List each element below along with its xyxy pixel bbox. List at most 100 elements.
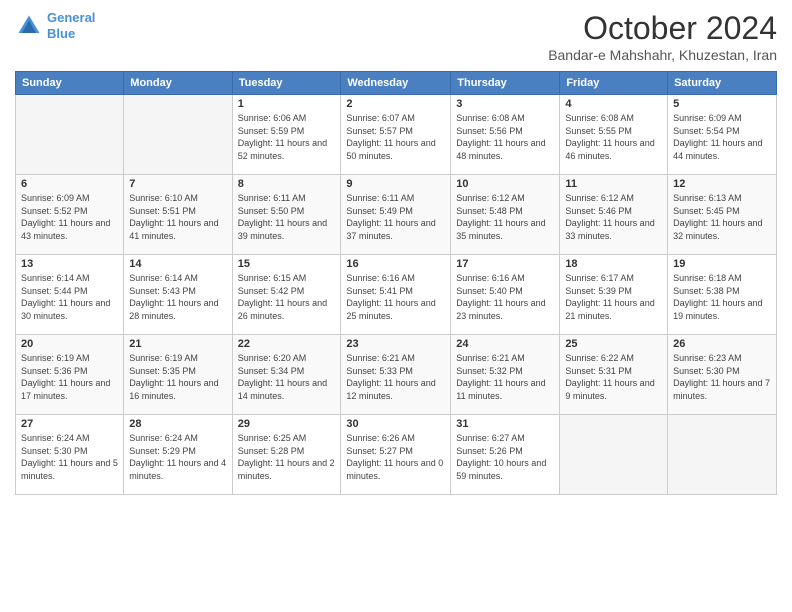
calendar-cell: 4Sunrise: 6:08 AM Sunset: 5:55 PM Daylig…	[560, 95, 668, 175]
day-info: Sunrise: 6:09 AM Sunset: 5:54 PM Dayligh…	[673, 112, 771, 162]
day-info: Sunrise: 6:11 AM Sunset: 5:50 PM Dayligh…	[238, 192, 336, 242]
calendar-cell: 13 Sunrise: 6:14 AM Sunset: 5:44 PM Dayli…	[16, 255, 124, 335]
weekday-header-wednesday: Wednesday	[341, 72, 451, 95]
day-number: 1	[238, 98, 336, 110]
calendar-cell: 14 Sunrise: 6:14 AM Sunset: 5:43 PM Dayli…	[124, 255, 232, 335]
day-info: Sunrise: 6:21 AM Sunset: 5:33 PM Dayligh…	[346, 352, 445, 402]
day-info: Sunrise: 6:19 AM Sunset: 5:35 PM Dayligh…	[129, 352, 226, 402]
day-number: 24	[456, 338, 554, 350]
calendar-cell	[16, 95, 124, 175]
calendar-cell: 31 Sunrise: 6:27 AM Sunset: 5:26 PM Dayli…	[451, 415, 560, 495]
calendar-cell: 28Sunrise: 6:24 AM Sunset: 5:29 PM Dayli…	[124, 415, 232, 495]
calendar-header-row: SundayMondayTuesdayWednesdayThursdayFrid…	[16, 72, 777, 95]
day-number: 12	[673, 178, 771, 190]
calendar-cell: 9 Sunrise: 6:11 AM Sunset: 5:49 PM Daylig…	[341, 175, 451, 255]
day-number: 19	[673, 258, 771, 270]
day-info: Sunrise: 6:11 AM Sunset: 5:49 PM Dayligh…	[346, 192, 445, 242]
calendar-cell: 25 Sunrise: 6:22 AM Sunset: 5:31 PM Dayli…	[560, 335, 668, 415]
day-number: 25	[565, 338, 662, 350]
day-number: 14	[129, 258, 226, 270]
day-number: 2	[346, 98, 445, 110]
day-info: Sunrise: 6:15 AM Sunset: 5:42 PM Dayligh…	[238, 272, 336, 322]
calendar-cell: 11 Sunrise: 6:12 AM Sunset: 5:46 PM Dayli…	[560, 175, 668, 255]
calendar-cell: 29Sunrise: 6:25 AM Sunset: 5:28 PM Dayli…	[232, 415, 341, 495]
logo: General Blue	[15, 10, 95, 41]
day-number: 6	[21, 178, 118, 190]
calendar-cell: 19 Sunrise: 6:18 AM Sunset: 5:38 PM Dayli…	[668, 255, 777, 335]
calendar-cell: 15 Sunrise: 6:15 AM Sunset: 5:42 PM Dayli…	[232, 255, 341, 335]
day-info: Sunrise: 6:17 AM Sunset: 5:39 PM Dayligh…	[565, 272, 662, 322]
logo-line1: General	[47, 10, 95, 25]
day-number: 28	[129, 418, 226, 430]
day-number: 23	[346, 338, 445, 350]
day-number: 11	[565, 178, 662, 190]
calendar-cell: 17Sunrise: 6:16 AM Sunset: 5:40 PM Dayli…	[451, 255, 560, 335]
day-info: Sunrise: 6:06 AM Sunset: 5:59 PM Dayligh…	[238, 112, 336, 162]
calendar: SundayMondayTuesdayWednesdayThursdayFrid…	[15, 71, 777, 495]
day-info: Sunrise: 6:13 AM Sunset: 5:45 PM Dayligh…	[673, 192, 771, 242]
day-info: Sunrise: 6:22 AM Sunset: 5:31 PM Dayligh…	[565, 352, 662, 402]
day-info: Sunrise: 6:19 AM Sunset: 5:36 PM Dayligh…	[21, 352, 118, 402]
day-number: 20	[21, 338, 118, 350]
calendar-cell: 6Sunrise: 6:09 AM Sunset: 5:52 PM Daylig…	[16, 175, 124, 255]
title-area: October 2024 Bandar-e Mahshahr, Khuzesta…	[548, 10, 777, 63]
day-number: 13	[21, 258, 118, 270]
day-number: 10	[456, 178, 554, 190]
weekday-header-saturday: Saturday	[668, 72, 777, 95]
calendar-cell: 18 Sunrise: 6:17 AM Sunset: 5:39 PM Dayli…	[560, 255, 668, 335]
day-number: 5	[673, 98, 771, 110]
month-title: October 2024	[548, 10, 777, 47]
logo-text: General Blue	[47, 10, 95, 41]
day-info: Sunrise: 6:08 AM Sunset: 5:55 PM Dayligh…	[565, 112, 662, 162]
day-info: Sunrise: 6:26 AM Sunset: 5:27 PM Dayligh…	[346, 432, 445, 482]
calendar-cell	[560, 415, 668, 495]
day-info: Sunrise: 6:10 AM Sunset: 5:51 PM Dayligh…	[129, 192, 226, 242]
logo-icon	[15, 12, 43, 40]
day-info: Sunrise: 6:21 AM Sunset: 5:32 PM Dayligh…	[456, 352, 554, 402]
calendar-cell: 23 Sunrise: 6:21 AM Sunset: 5:33 PM Dayli…	[341, 335, 451, 415]
day-number: 31	[456, 418, 554, 430]
header: General Blue October 2024 Bandar-e Mahsh…	[15, 10, 777, 63]
day-number: 7	[129, 178, 226, 190]
calendar-cell	[124, 95, 232, 175]
day-number: 18	[565, 258, 662, 270]
day-info: Sunrise: 6:12 AM Sunset: 5:46 PM Dayligh…	[565, 192, 662, 242]
day-number: 22	[238, 338, 336, 350]
day-info: Sunrise: 6:08 AM Sunset: 5:56 PM Dayligh…	[456, 112, 554, 162]
calendar-cell: 12 Sunrise: 6:13 AM Sunset: 5:45 PM Dayli…	[668, 175, 777, 255]
calendar-cell: 2Sunrise: 6:07 AM Sunset: 5:57 PM Daylig…	[341, 95, 451, 175]
day-info: Sunrise: 6:14 AM Sunset: 5:44 PM Dayligh…	[21, 272, 118, 322]
calendar-cell: 16Sunrise: 6:16 AM Sunset: 5:41 PM Dayli…	[341, 255, 451, 335]
calendar-cell: 3 Sunrise: 6:08 AM Sunset: 5:56 PM Daylig…	[451, 95, 560, 175]
calendar-cell: 30Sunrise: 6:26 AM Sunset: 5:27 PM Dayli…	[341, 415, 451, 495]
day-info: Sunrise: 6:14 AM Sunset: 5:43 PM Dayligh…	[129, 272, 226, 322]
day-number: 9	[346, 178, 445, 190]
day-info: Sunrise: 6:23 AM Sunset: 5:30 PM Dayligh…	[673, 352, 771, 402]
calendar-week-5: 27Sunrise: 6:24 AM Sunset: 5:30 PM Dayli…	[16, 415, 777, 495]
calendar-cell: 26Sunrise: 6:23 AM Sunset: 5:30 PM Dayli…	[668, 335, 777, 415]
calendar-cell: 1 Sunrise: 6:06 AM Sunset: 5:59 PM Daylig…	[232, 95, 341, 175]
calendar-week-1: 1 Sunrise: 6:06 AM Sunset: 5:59 PM Daylig…	[16, 95, 777, 175]
day-info: Sunrise: 6:25 AM Sunset: 5:28 PM Dayligh…	[238, 432, 336, 482]
calendar-week-3: 13 Sunrise: 6:14 AM Sunset: 5:44 PM Dayli…	[16, 255, 777, 335]
weekday-header-sunday: Sunday	[16, 72, 124, 95]
day-number: 16	[346, 258, 445, 270]
calendar-cell: 5 Sunrise: 6:09 AM Sunset: 5:54 PM Daylig…	[668, 95, 777, 175]
calendar-cell: 7 Sunrise: 6:10 AM Sunset: 5:51 PM Daylig…	[124, 175, 232, 255]
day-number: 3	[456, 98, 554, 110]
day-number: 15	[238, 258, 336, 270]
weekday-header-tuesday: Tuesday	[232, 72, 341, 95]
weekday-header-thursday: Thursday	[451, 72, 560, 95]
day-number: 27	[21, 418, 118, 430]
day-info: Sunrise: 6:20 AM Sunset: 5:34 PM Dayligh…	[238, 352, 336, 402]
day-number: 21	[129, 338, 226, 350]
calendar-cell: 22 Sunrise: 6:20 AM Sunset: 5:34 PM Dayli…	[232, 335, 341, 415]
calendar-cell: 20 Sunrise: 6:19 AM Sunset: 5:36 PM Dayli…	[16, 335, 124, 415]
calendar-week-4: 20 Sunrise: 6:19 AM Sunset: 5:36 PM Dayli…	[16, 335, 777, 415]
day-info: Sunrise: 6:18 AM Sunset: 5:38 PM Dayligh…	[673, 272, 771, 322]
weekday-header-friday: Friday	[560, 72, 668, 95]
location-subtitle: Bandar-e Mahshahr, Khuzestan, Iran	[548, 47, 777, 63]
weekday-header-monday: Monday	[124, 72, 232, 95]
logo-line2: Blue	[47, 26, 75, 41]
day-info: Sunrise: 6:27 AM Sunset: 5:26 PM Dayligh…	[456, 432, 554, 482]
